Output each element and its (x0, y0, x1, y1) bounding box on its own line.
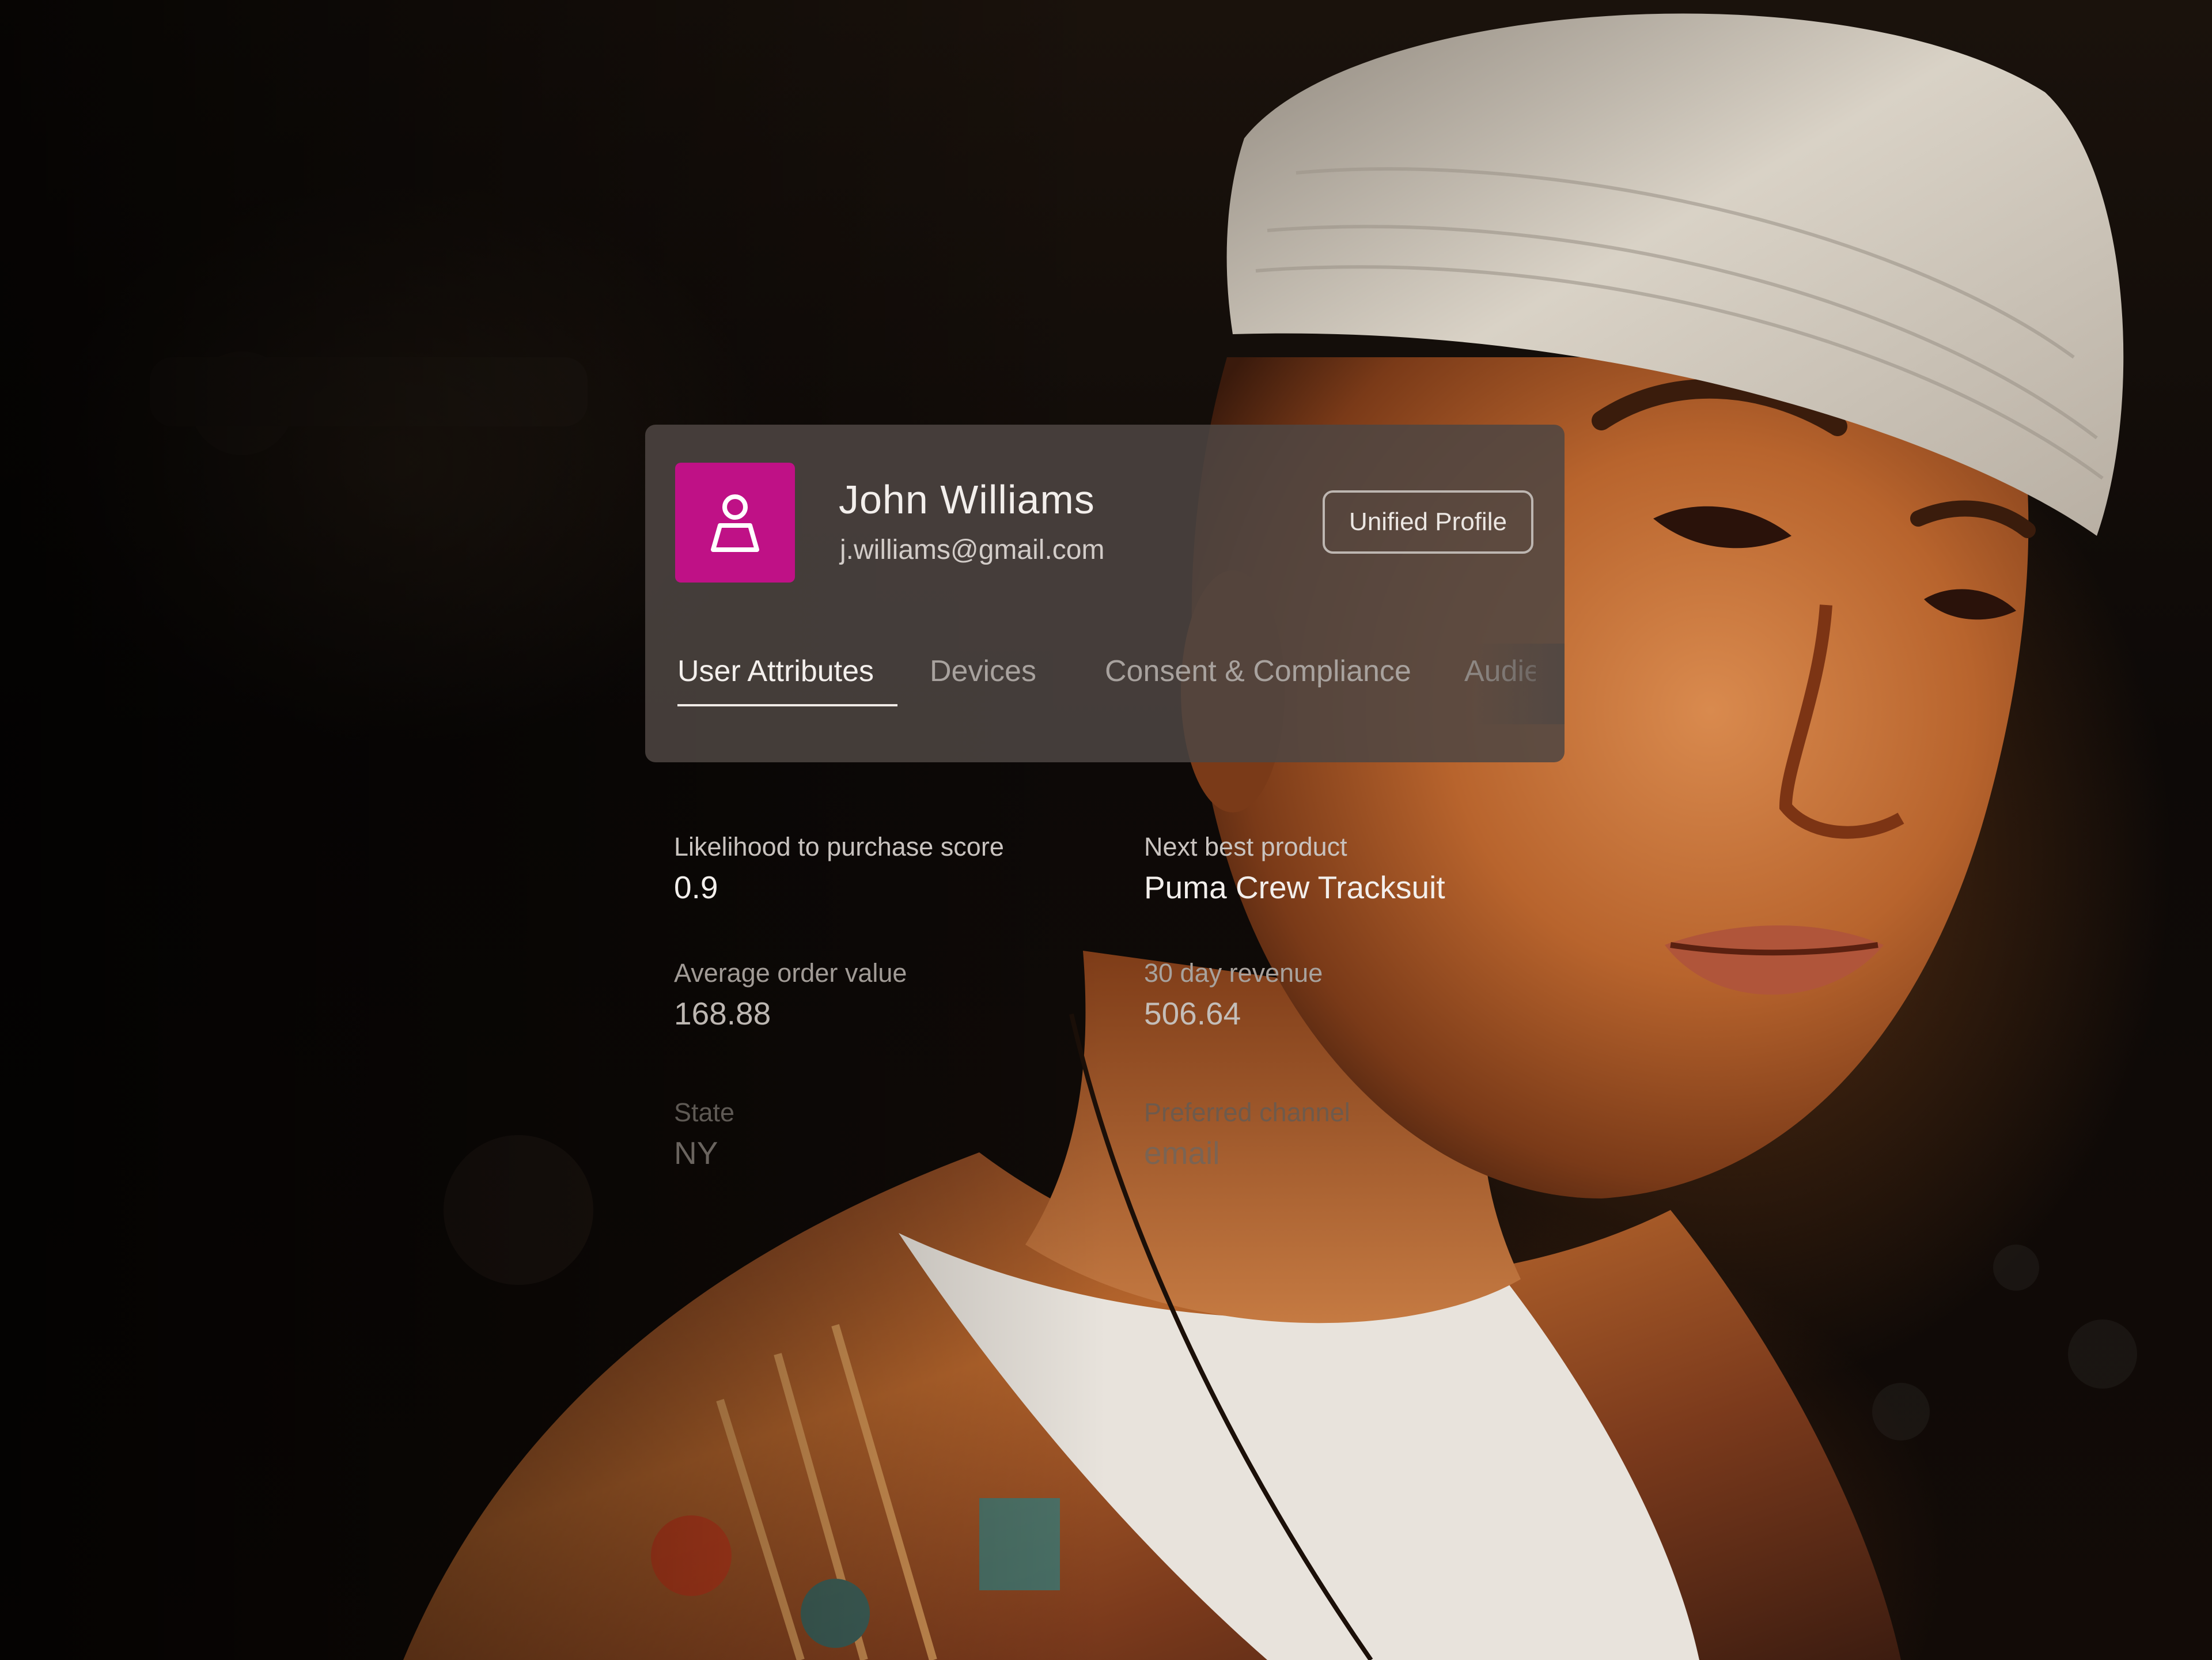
attribute-value: NY (674, 1135, 718, 1171)
attribute-label: 30 day revenue (1144, 958, 1323, 988)
attribute-value: 0.9 (674, 869, 718, 905)
profile-email: j.williams@gmail.com (840, 535, 1105, 565)
attribute-average-order-value: Average order value 168.88 (674, 958, 907, 1032)
profile-card: John Williams j.williams@gmail.com Unifi… (645, 425, 1565, 762)
profile-tabs: User Attributes Devices Consent & Compli… (677, 654, 1536, 712)
hero-stage: John Williams j.williams@gmail.com Unifi… (0, 0, 2212, 1660)
attribute-label: Next best product (1144, 832, 1347, 861)
attribute-value: 506.64 (1144, 996, 1241, 1031)
attribute-state: State NY (674, 1098, 734, 1171)
attribute-value: Puma Crew Tracksuit (1144, 869, 1445, 905)
attribute-likelihood: Likelihood to purchase score 0.9 (674, 832, 1004, 906)
user-icon (711, 494, 759, 552)
tab-devices[interactable]: Devices (930, 654, 1036, 689)
attribute-label: Preferred channel (1144, 1098, 1350, 1127)
attribute-next-best-product: Next best product Puma Crew Tracksuit (1144, 832, 1445, 906)
unified-profile-badge[interactable]: Unified Profile (1323, 490, 1533, 554)
attribute-label: State (674, 1098, 735, 1127)
attribute-label: Likelihood to purchase score (674, 832, 1004, 861)
attribute-preferred-channel: Preferred channel email (1144, 1098, 1350, 1171)
portrait-photo (0, 0, 2212, 1660)
attribute-value: email (1144, 1135, 1220, 1171)
attribute-30-day-revenue: 30 day revenue 506.64 (1144, 958, 1323, 1032)
attribute-value: 168.88 (674, 996, 771, 1031)
tab-user-attributes[interactable]: User Attributes (677, 654, 874, 689)
active-tab-indicator (677, 704, 897, 706)
tab-consent-compliance[interactable]: Consent & Compliance (1105, 654, 1411, 689)
attribute-label: Average order value (674, 958, 907, 988)
tab-audiences[interactable]: Audienc (1464, 654, 1536, 689)
avatar (675, 463, 795, 583)
profile-name: John Williams (839, 477, 1095, 522)
